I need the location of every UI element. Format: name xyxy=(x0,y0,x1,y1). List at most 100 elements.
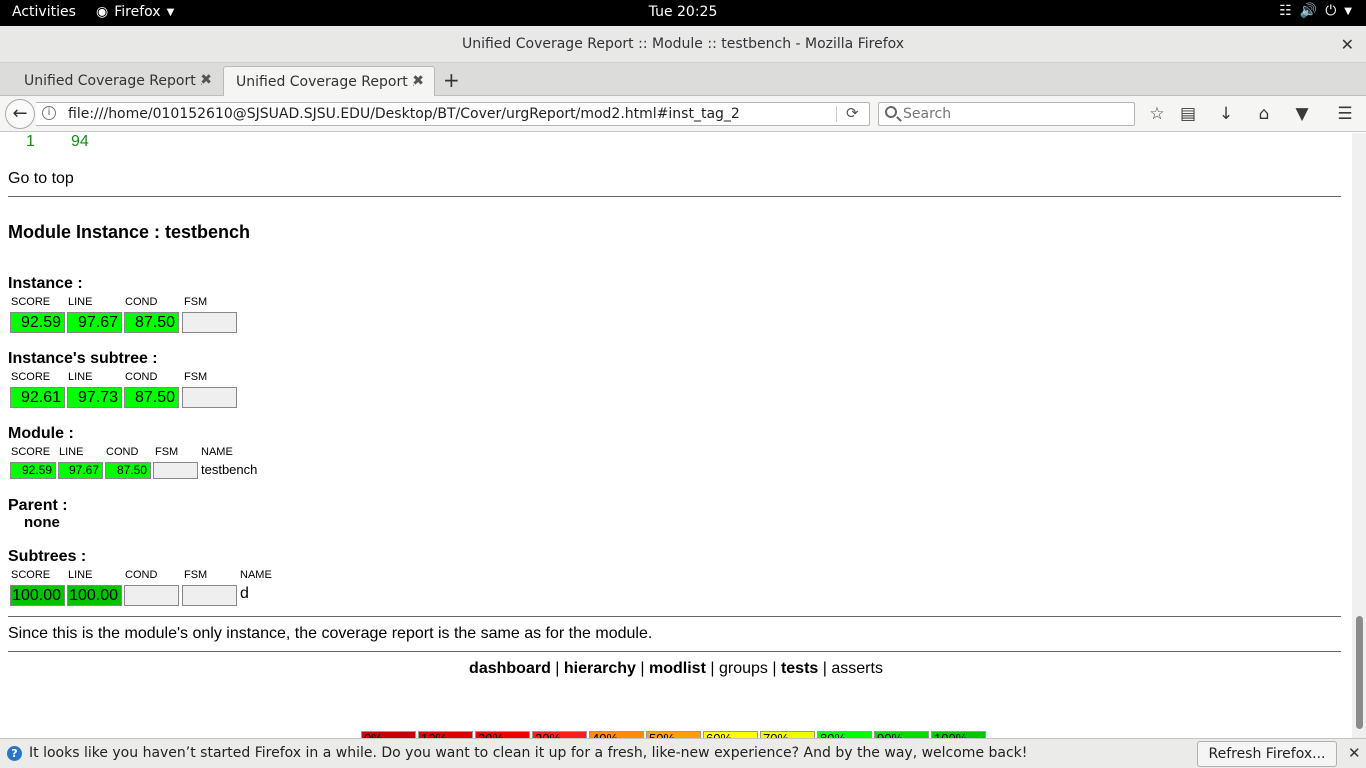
new-tab-plus-icon[interactable]: + xyxy=(443,68,460,92)
search-icon xyxy=(885,106,897,118)
question-icon: ? xyxy=(7,746,22,761)
line-cell: 97.73 xyxy=(67,387,122,408)
vertical-scrollbar[interactable] xyxy=(1352,133,1366,738)
col-header-fsm: FSM xyxy=(184,371,208,383)
firefox-icon: ◉ xyxy=(96,4,109,20)
app-menu[interactable]: ◉ Firefox ▼ xyxy=(96,4,174,20)
notification-message: It looks like you haven’t started Firefo… xyxy=(29,745,1028,761)
system-top-bar: Activities ◉ Firefox ▼ Tue 20:25 ☷ 🔊 ⏻ ▼ xyxy=(0,0,1366,26)
legend-cell: 40% xyxy=(589,731,644,738)
module-name: testbench xyxy=(201,462,258,477)
clock[interactable]: Tue 20:25 xyxy=(649,4,718,20)
close-icon[interactable]: ✕ xyxy=(1348,744,1361,762)
col-header-fsm: FSM xyxy=(155,446,179,458)
col-header-score: SCORE xyxy=(11,446,51,458)
go-to-top-link[interactable]: Go to top xyxy=(8,170,74,188)
parent-value: none xyxy=(24,514,60,531)
info-icon[interactable]: i xyxy=(42,106,56,120)
download-arrow-icon[interactable]: ↓ xyxy=(1214,102,1238,126)
network-icon: ☷ xyxy=(1279,3,1292,19)
legend-cell: 100% xyxy=(931,731,986,738)
divider xyxy=(8,196,1341,197)
subtrees-label: Subtrees : xyxy=(8,548,87,565)
tab-close-icon[interactable]: ✖ xyxy=(412,73,424,89)
tab-coverage-report-1[interactable]: Unified Coverage Report ... ✖ xyxy=(12,66,222,96)
url-bar[interactable]: i file:///home/010152610@SJSUAD.SJSU.EDU… xyxy=(36,102,870,126)
legend-cell: 60% xyxy=(703,731,758,738)
scrollbar-thumb[interactable] xyxy=(1356,616,1363,729)
legend-cell: 80% xyxy=(817,731,872,738)
pocket-icon[interactable]: ▼ xyxy=(1290,102,1314,126)
legend-cell: 30% xyxy=(532,731,587,738)
col-header-score: SCORE xyxy=(11,569,51,581)
search-input[interactable] xyxy=(903,105,1129,123)
window-close-icon[interactable]: ✕ xyxy=(1341,35,1354,54)
url-divider xyxy=(836,106,837,122)
modlist-link[interactable]: modlist xyxy=(649,660,706,677)
cond-cell: 87.50 xyxy=(105,462,151,479)
score-cell: 100.00 xyxy=(10,585,65,606)
activities-button[interactable]: Activities xyxy=(12,4,76,20)
bookmark-star-icon[interactable]: ☆ xyxy=(1145,102,1169,126)
legend-cell: 90% xyxy=(874,731,929,738)
window-title: Unified Coverage Report :: Module :: tes… xyxy=(461,36,905,52)
groups-link[interactable]: groups xyxy=(719,660,768,677)
line-cell: 97.67 xyxy=(67,312,122,333)
hierarchy-link[interactable]: hierarchy xyxy=(564,660,636,677)
fsm-cell xyxy=(182,312,237,333)
col-header-name: NAME xyxy=(201,446,233,458)
subtree-name-link[interactable]: d xyxy=(240,585,249,603)
nav-separator: | xyxy=(710,660,715,677)
col-header-name: NAME xyxy=(240,569,272,581)
module-label: Module : xyxy=(8,425,74,442)
dashboard-link[interactable]: dashboard xyxy=(469,660,551,677)
tab-coverage-report-2[interactable]: Unified Coverage Report ... ✖ xyxy=(223,66,435,96)
search-bar[interactable] xyxy=(878,102,1135,126)
table-cell: 1 xyxy=(26,133,35,150)
tab-close-icon[interactable]: ✖ xyxy=(200,72,212,88)
legend-cell: 50% xyxy=(646,731,701,738)
score-cell: 92.59 xyxy=(10,312,65,333)
page-content: 1 94 Go to top Module Instance : testben… xyxy=(0,133,1352,738)
col-header-score: SCORE xyxy=(11,296,51,308)
nav-separator: | xyxy=(822,660,827,677)
app-menu-label: Firefox xyxy=(114,4,161,20)
table-cell: 94 xyxy=(71,133,89,150)
line-cell: 100.00 xyxy=(67,585,122,606)
tab-label: Unified Coverage Report ... xyxy=(24,73,202,89)
asserts-link[interactable]: asserts xyxy=(831,660,883,677)
back-arrow-icon[interactable]: ← xyxy=(5,99,35,129)
fsm-cell xyxy=(182,585,237,606)
cond-cell: 87.50 xyxy=(124,312,179,333)
col-header-score: SCORE xyxy=(11,371,51,383)
power-icon: ⏻ xyxy=(1325,3,1337,19)
tab-strip: Unified Coverage Report ... ✖ Unified Co… xyxy=(0,63,1366,96)
coverage-note: Since this is the module's only instance… xyxy=(8,625,653,642)
home-icon[interactable]: ⌂ xyxy=(1252,102,1276,126)
refresh-firefox-button[interactable]: Refresh Firefox... xyxy=(1197,741,1337,767)
fsm-cell xyxy=(153,462,198,479)
navigation-toolbar: ← i file:///home/010152610@SJSUAD.SJSU.E… xyxy=(0,96,1366,132)
score-cell: 92.59 xyxy=(10,462,56,479)
col-header-cond: COND xyxy=(125,371,158,383)
window-titlebar: Unified Coverage Report :: Module :: tes… xyxy=(0,26,1366,63)
divider xyxy=(8,651,1341,652)
cond-cell: 87.50 xyxy=(124,387,179,408)
reload-icon[interactable]: ⟳ xyxy=(846,104,859,122)
tests-link[interactable]: tests xyxy=(781,660,818,677)
col-header-cond: COND xyxy=(125,296,158,308)
reading-list-icon[interactable]: ▤ xyxy=(1176,102,1200,126)
col-header-line: LINE xyxy=(68,296,93,308)
col-header-fsm: FSM xyxy=(184,296,208,308)
nav-separator: | xyxy=(772,660,777,677)
url-text[interactable]: file:///home/010152610@SJSUAD.SJSU.EDU/D… xyxy=(68,106,740,122)
subtree-label: Instance's subtree : xyxy=(8,350,158,367)
system-status-menu[interactable]: ☷ 🔊 ⏻ ▼ xyxy=(1279,3,1352,19)
hamburger-menu-icon[interactable]: ☰ xyxy=(1333,102,1357,126)
refresh-notification-bar: ? It looks like you haven’t started Fire… xyxy=(0,738,1366,768)
fsm-cell xyxy=(182,387,237,408)
col-header-line: LINE xyxy=(68,569,93,581)
page-title: Module Instance : testbench xyxy=(8,222,251,242)
chevron-down-icon: ▼ xyxy=(166,6,175,18)
divider xyxy=(8,616,1341,617)
